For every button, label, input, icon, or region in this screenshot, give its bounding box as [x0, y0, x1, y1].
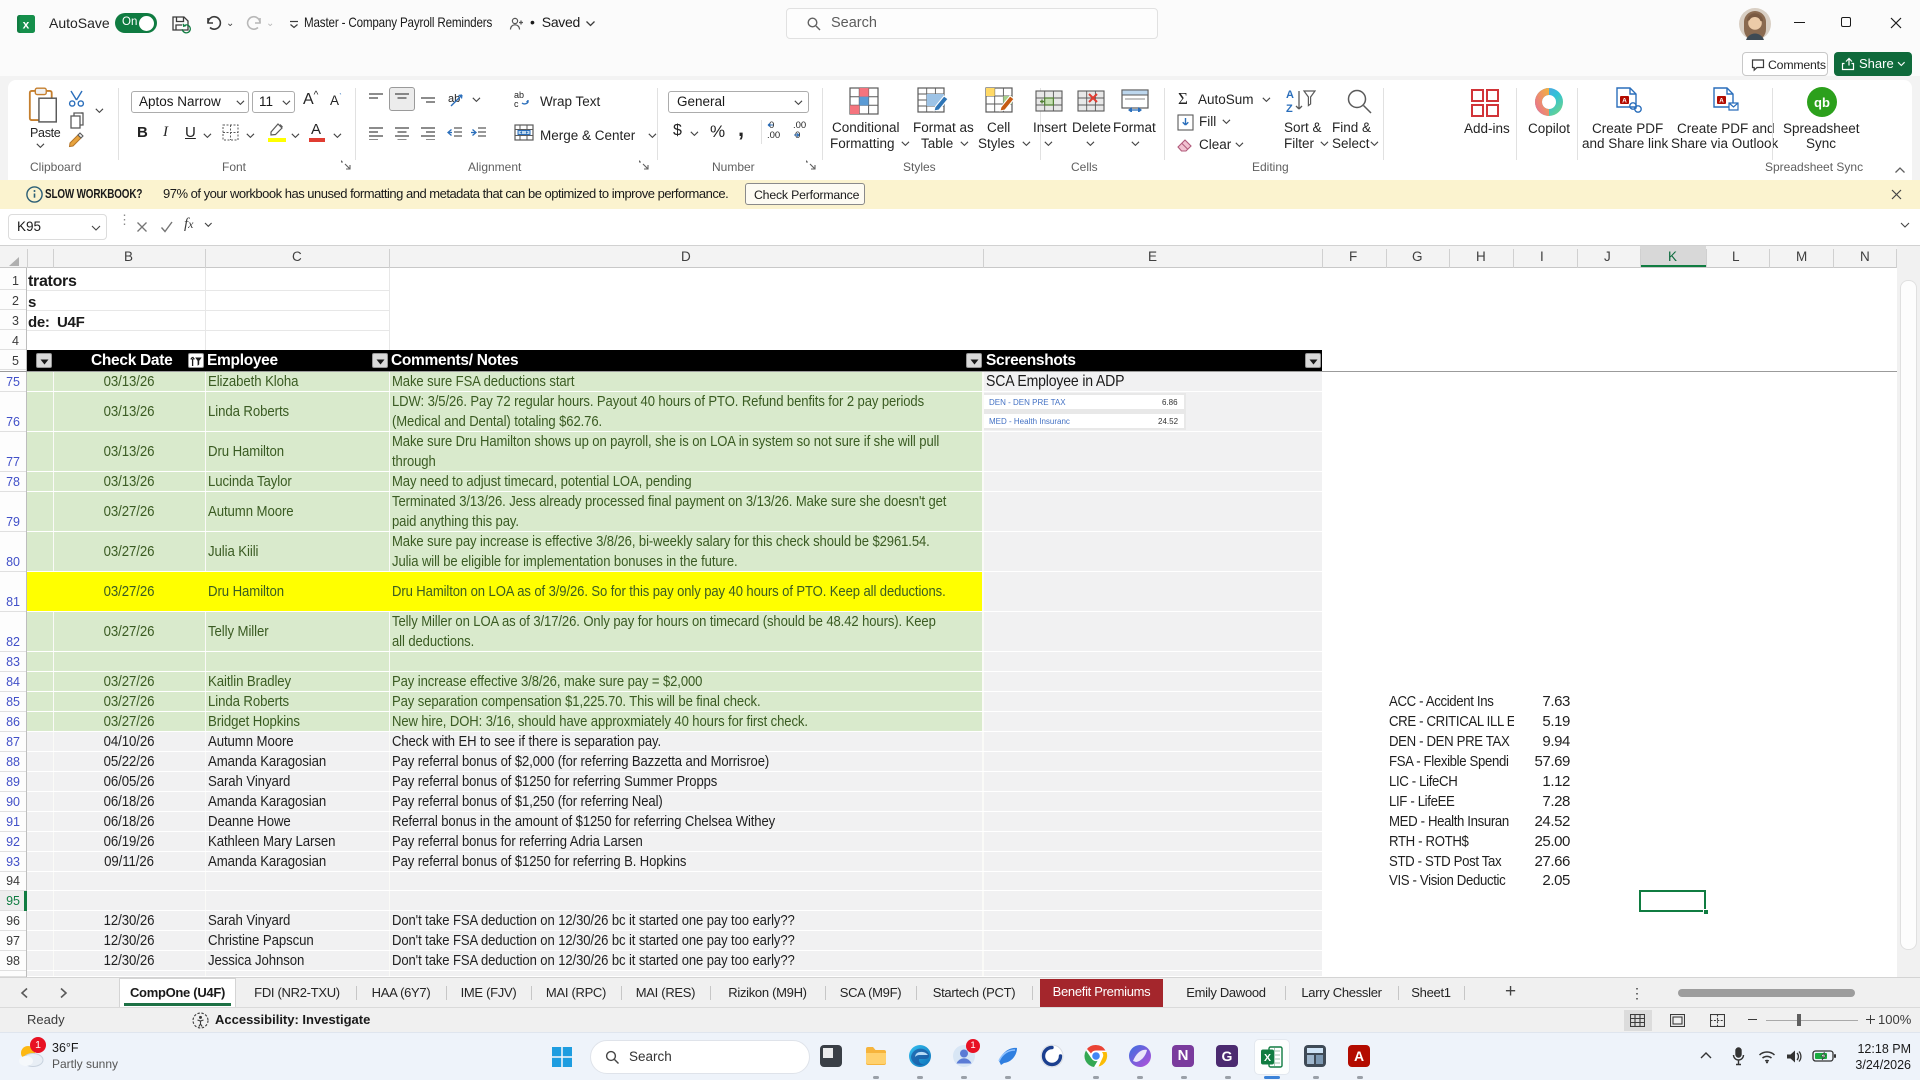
svg-text:qb: qb [1814, 95, 1830, 110]
svg-text:A: A [1719, 98, 1724, 105]
svg-text:A: A [1286, 89, 1294, 101]
svg-text:X: X [1264, 1052, 1271, 1064]
svg-text:x: x [23, 18, 30, 32]
svg-text:Z: Z [1286, 103, 1293, 115]
svg-text:A: A [1622, 98, 1627, 105]
svg-text:c: c [514, 99, 519, 108]
svg-text:.00: .00 [767, 130, 780, 140]
